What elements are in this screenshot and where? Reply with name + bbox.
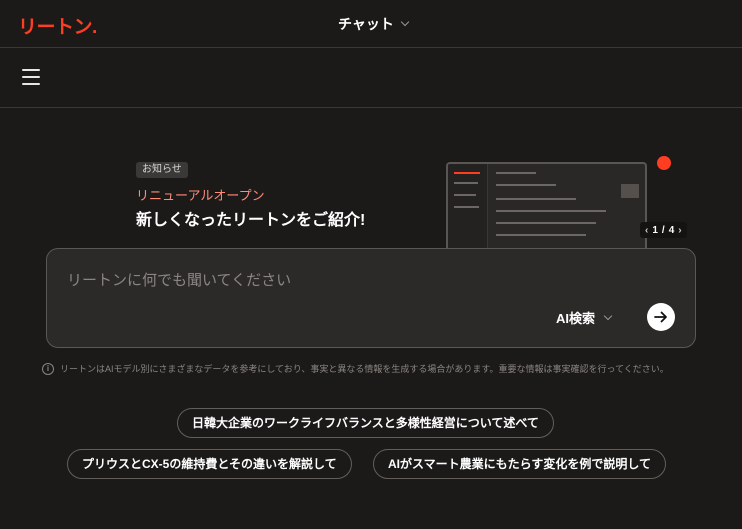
banner-pager: ‹ 1 / 4 ›	[640, 222, 687, 238]
top-bar: リートン. チャット	[0, 0, 742, 48]
disclaimer-text: リートンはAIモデル別にさまざまなデータを参考にしており、事実と異なる情報を生成…	[60, 364, 669, 374]
chevron-down-icon	[603, 311, 613, 320]
chevron-right-icon[interactable]: ›	[678, 225, 681, 236]
notification-dot	[657, 156, 671, 170]
disclaimer: i リートンはAIモデル別にさまざまなデータを参考にしており、事実と異なる情報を…	[42, 362, 669, 375]
suggestion-chip[interactable]: AIがスマート農業にもたらす変化を例で説明して	[373, 449, 667, 479]
notice-badge: お知らせ	[136, 162, 188, 178]
arrow-right-icon	[654, 311, 667, 323]
mode-dropdown[interactable]: チャット	[338, 14, 410, 34]
pager-separator: /	[661, 224, 665, 236]
info-icon: i	[42, 362, 54, 375]
mode-label: チャット	[338, 16, 394, 32]
pager-total: 4	[668, 224, 675, 236]
menu-bar	[0, 48, 742, 108]
banner-preview-image	[446, 162, 647, 252]
search-mode-dropdown[interactable]: AI検索	[556, 308, 613, 327]
chevron-down-icon	[400, 17, 410, 27]
brand-logo[interactable]: リートン.	[18, 12, 97, 39]
search-mode-label: AI検索	[556, 311, 596, 326]
banner-subtitle: リニューアルオープン	[136, 188, 265, 203]
suggestion-chip[interactable]: プリウスとCX-5の維持費とその違いを解説して	[67, 449, 352, 479]
send-button[interactable]	[647, 303, 675, 331]
chat-input-placeholder[interactable]: リートンに何でも聞いてください	[67, 269, 291, 290]
chat-input-box[interactable]: リートンに何でも聞いてください AI検索	[46, 248, 696, 348]
announcement-banner[interactable]: お知らせ リニューアルオープン 新しくなったリートンをご紹介! ‹ 1 / 4 …	[136, 156, 687, 252]
suggestion-chip[interactable]: 日韓大企業のワークライフバランスと多様性経営について述べて	[177, 408, 554, 438]
menu-icon[interactable]	[22, 69, 42, 86]
chevron-left-icon[interactable]: ‹	[645, 225, 648, 236]
pager-current: 1	[652, 224, 658, 236]
banner-title: 新しくなったリートンをご紹介!	[136, 212, 366, 229]
